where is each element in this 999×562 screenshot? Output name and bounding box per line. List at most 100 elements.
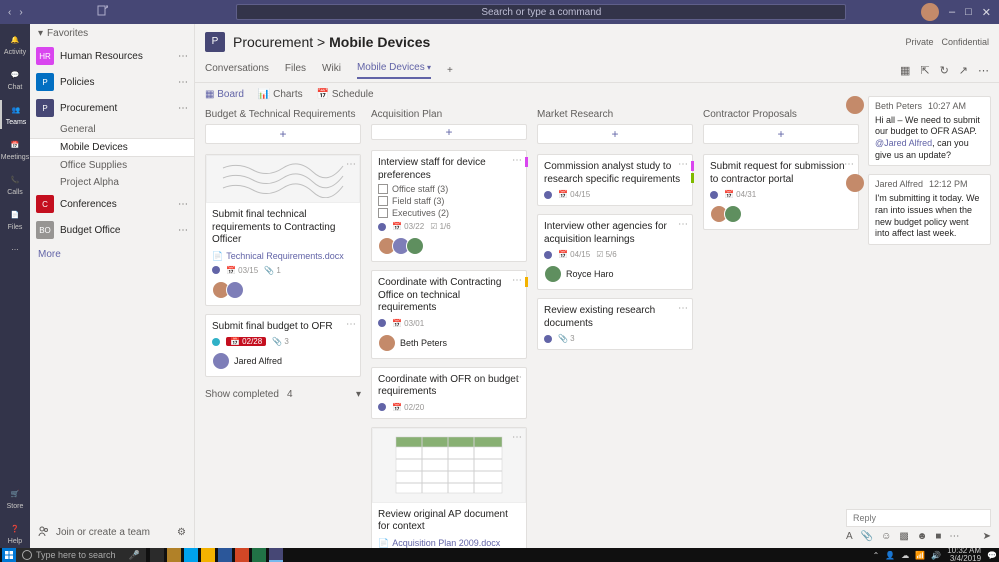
rail-help[interactable]: ❓Help (0, 519, 30, 548)
attachment-link[interactable]: 📄Acquisition Plan 2009.docx (378, 538, 520, 549)
team-po[interactable]: PPolicies⋯ (30, 69, 194, 95)
taskbar-search[interactable]: Type here to search 🎤 (16, 548, 146, 562)
view-charts[interactable]: 📊 Charts (258, 89, 303, 100)
excel-icon[interactable] (252, 548, 266, 562)
cloud-tray-icon[interactable]: ☁ (901, 551, 909, 560)
edge-icon[interactable] (184, 548, 198, 562)
task-card[interactable]: Coordinate with OFR on budget requiremen… (371, 367, 527, 419)
team-menu-icon[interactable]: ⋯ (178, 225, 188, 236)
task-card[interactable]: Submit final budget to OFR📅 02/28📎 3Jare… (205, 314, 361, 378)
channel-general[interactable]: General (30, 121, 194, 138)
checklist-item[interactable]: Field staff (3) (378, 196, 520, 206)
add-task-button[interactable]: + (371, 124, 527, 140)
team-pr[interactable]: PProcurement⋯ (30, 95, 194, 121)
card-menu-icon[interactable]: ⋯ (512, 275, 522, 286)
task-card[interactable]: Coordinate with Contracting Office on te… (371, 270, 527, 359)
show-completed-toggle[interactable]: Show completed4▾ (205, 385, 361, 404)
join-team-link[interactable]: Join or create a team (56, 527, 150, 538)
fullscreen-icon[interactable]: ⇱ (920, 64, 929, 77)
card-menu-icon[interactable]: ⋯ (346, 319, 356, 330)
add-task-button[interactable]: + (703, 124, 859, 144)
card-menu-icon[interactable]: ⋯ (512, 372, 522, 383)
team-menu-icon[interactable]: ⋯ (178, 51, 188, 62)
card-menu-icon[interactable]: ⋯ (678, 219, 688, 230)
rail-meetings[interactable]: 📅Meetings (0, 135, 30, 164)
back-arrow-icon[interactable]: ‹ (8, 7, 11, 18)
emoji-icon[interactable]: ☺ (881, 531, 891, 542)
team-hr[interactable]: HRHuman Resources⋯ (30, 43, 194, 69)
expand-icon[interactable]: ▦ (900, 64, 910, 77)
view-schedule[interactable]: 📅 Schedule (317, 89, 374, 100)
channel-project-alpha[interactable]: Project Alpha (30, 174, 194, 191)
tab-wiki[interactable]: Wiki (322, 63, 341, 78)
popout-icon[interactable]: ↗ (959, 64, 968, 77)
sticker-icon[interactable]: ☻ (917, 531, 928, 542)
powerpoint-icon[interactable] (235, 548, 249, 562)
favorites-header[interactable]: ▾ Favorites (30, 24, 194, 43)
new-doc-icon[interactable] (97, 5, 108, 19)
team-bo[interactable]: BOBudget Office⋯ (30, 217, 194, 243)
rail-store[interactable]: 🛒Store (0, 484, 30, 513)
close-icon[interactable]: ✕ (982, 6, 991, 19)
team-menu-icon[interactable]: ⋯ (178, 199, 188, 210)
task-card[interactable]: Review existing research documents📎 3⋯ (537, 298, 693, 350)
add-tab-button[interactable]: + (447, 65, 453, 76)
task-card[interactable]: Commission analyst study to research spe… (537, 154, 693, 206)
card-menu-icon[interactable]: ⋯ (512, 155, 522, 166)
card-menu-icon[interactable]: ⋯ (678, 159, 688, 170)
task-card[interactable]: Submit final technical requirements to C… (205, 154, 361, 306)
channel-mobile-devices[interactable]: Mobile Devices (30, 138, 194, 157)
view-board[interactable]: ▦ Board (205, 89, 244, 100)
team-menu-icon[interactable]: ⋯ (178, 77, 188, 88)
tab-conversations[interactable]: Conversations (205, 63, 269, 78)
team-menu-icon[interactable]: ⋯ (178, 103, 188, 114)
teams-icon[interactable] (269, 548, 283, 562)
taskview-icon[interactable] (150, 548, 164, 562)
gif-icon[interactable]: ▩ (899, 531, 908, 542)
folder-icon[interactable] (201, 548, 215, 562)
tab-mobile-devices[interactable]: Mobile Devices ▾ (357, 62, 431, 79)
minimize-icon[interactable]: – (949, 6, 955, 18)
mic-icon[interactable]: 🎤 (129, 550, 140, 561)
more-link[interactable]: More (30, 243, 194, 266)
rail-files[interactable]: 📄Files (0, 205, 30, 234)
gear-icon[interactable]: ⚙ (177, 527, 186, 538)
rail-more[interactable]: ⋯ (0, 240, 30, 260)
attach-icon[interactable]: 📎 (861, 531, 873, 542)
reply-input[interactable] (846, 509, 991, 527)
notifications-icon[interactable]: 💬 (987, 551, 997, 560)
attachment-link[interactable]: 📄Technical Requirements.docx (212, 251, 354, 262)
checklist-item[interactable]: Office staff (3) (378, 184, 520, 194)
format-icon[interactable]: A (846, 531, 853, 542)
add-task-button[interactable]: + (537, 124, 693, 144)
add-task-button[interactable]: + (205, 124, 361, 144)
user-avatar[interactable] (921, 3, 939, 21)
maximize-icon[interactable]: □ (965, 6, 972, 18)
card-menu-icon[interactable]: ⋯ (512, 432, 522, 443)
task-card[interactable]: Interview other agencies for acquisition… (537, 214, 693, 290)
explorer-icon[interactable] (167, 548, 181, 562)
more-icon[interactable]: ⋯ (949, 531, 959, 542)
channel-office-supplies[interactable]: Office Supplies (30, 157, 194, 174)
card-menu-icon[interactable]: ⋯ (346, 159, 356, 170)
more-icon[interactable]: ⋯ (978, 64, 989, 77)
rail-chat[interactable]: 💬Chat (0, 65, 30, 94)
rail-calls[interactable]: 📞Calls (0, 170, 30, 199)
checklist-item[interactable]: Executives (2) (378, 208, 520, 218)
task-card[interactable]: Submit request for submission to contrac… (703, 154, 859, 230)
task-card[interactable]: Review original AP document for context📄… (371, 427, 527, 549)
start-button[interactable] (2, 548, 16, 562)
people-tray-icon[interactable]: 👤 (885, 551, 895, 560)
meet-icon[interactable]: ■ (935, 531, 941, 542)
task-card[interactable]: Interview staff for device preferencesOf… (371, 150, 527, 262)
rail-teams[interactable]: 👥Teams (0, 100, 30, 129)
tab-files[interactable]: Files (285, 63, 306, 78)
mention[interactable]: @Jared Alfred (875, 138, 932, 148)
volume-tray-icon[interactable]: 🔊 (931, 551, 941, 560)
tray-chevron-icon[interactable]: ⌃ (873, 551, 880, 560)
rail-activity[interactable]: 🔔Activity (0, 30, 30, 59)
fwd-arrow-icon[interactable]: › (19, 7, 22, 18)
wifi-tray-icon[interactable]: 📶 (915, 551, 925, 560)
card-menu-icon[interactable]: ⋯ (678, 303, 688, 314)
team-co[interactable]: CConferences⋯ (30, 191, 194, 217)
